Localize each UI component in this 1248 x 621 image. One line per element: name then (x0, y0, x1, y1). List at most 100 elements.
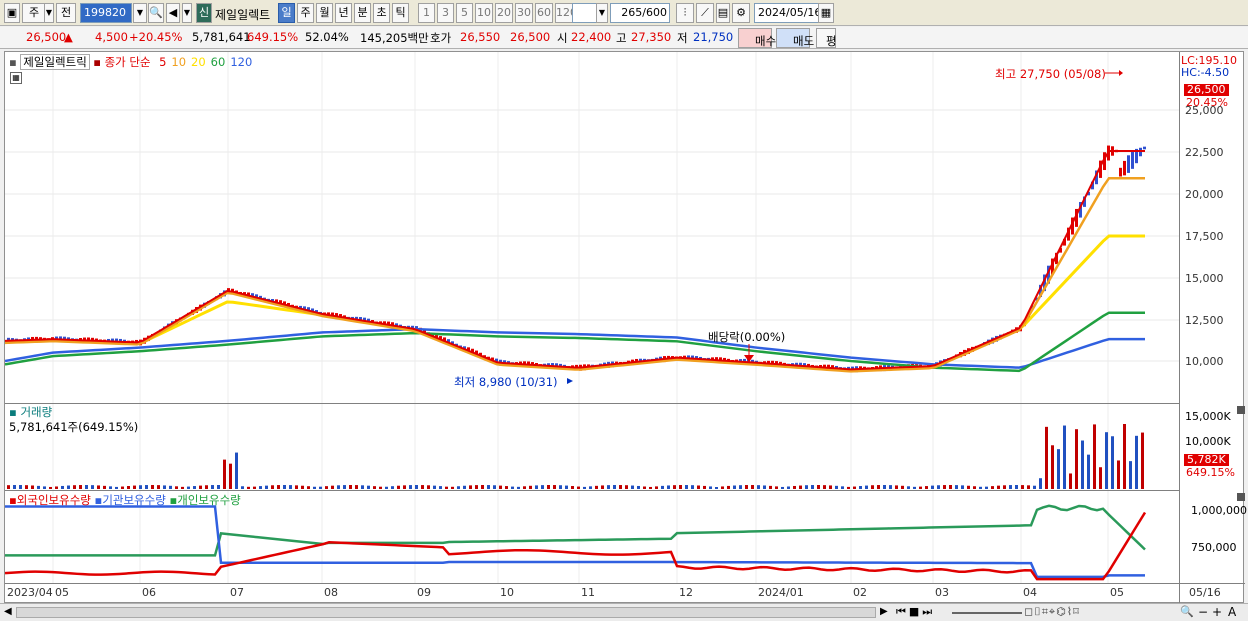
chart-area[interactable]: ▪ 제일일렉트릭 ▪ 종가 단순 5 10 20 60 120 ▦ 최고 27,750 … (4, 51, 1247, 604)
legend-foreign: 외국인보유수량 (16, 493, 91, 507)
volume-bar (1111, 436, 1114, 489)
volume-bar (1063, 425, 1066, 489)
tool-icons[interactable]: ◻⌷⌗⌖⌬⌇⌑ (1024, 605, 1080, 619)
zoom-slider[interactable] (952, 612, 1022, 614)
interval-button[interactable]: 5 (456, 3, 473, 23)
legend-indiv: 개인보유수량 (177, 493, 241, 507)
dividend-annotation: 배당락(0.00%) (708, 330, 786, 344)
buy-label: 매수 (755, 34, 777, 48)
volume-bar (1117, 460, 1120, 489)
plus-icon[interactable]: + (1212, 605, 1222, 619)
legend-ma-item: 120 (230, 55, 253, 69)
toolbar: ▣ 주 ▼ 전 199820 ▼ 🔍 ◀ ▼ 신 제일일렉트 일주월년분초틱 1… (0, 0, 1248, 26)
sell-button[interactable]: 매도 (776, 28, 814, 48)
chevron-down-icon[interactable]: ▼ (596, 3, 608, 23)
volume-bar (607, 485, 610, 489)
x-tick: 08 (324, 586, 338, 599)
chevron-down-icon[interactable]: ▼ (182, 3, 192, 23)
prev-button[interactable]: 전 (56, 3, 76, 23)
volume-bar (439, 486, 442, 489)
volume-bar (13, 485, 16, 489)
code-input[interactable]: 199820 (80, 3, 132, 23)
volume-bar (175, 486, 178, 489)
close-icon[interactable] (1237, 493, 1245, 501)
scroll-track[interactable] (16, 607, 876, 618)
volume-bar (529, 485, 532, 489)
interval-button[interactable]: 3 (437, 3, 454, 23)
volume-bar (1015, 485, 1018, 489)
volume-bar (949, 485, 952, 489)
volume-bar (805, 485, 808, 489)
new-badge-label: 신 (198, 6, 210, 19)
x-tick: 05 (55, 586, 69, 599)
scroll-left-icon[interactable]: ◀ (4, 606, 12, 617)
legend-ma-item: 10 (171, 55, 187, 69)
volume-axis-mid: 10,000K (1185, 435, 1231, 448)
volume-bar (499, 485, 502, 489)
close-icon[interactable] (1237, 406, 1245, 414)
ratio: 52.04% (305, 30, 349, 44)
volume-bar (349, 485, 352, 489)
candle-icon[interactable]: ⫶ (676, 3, 694, 23)
volume-bar (907, 486, 910, 489)
calendar-icon[interactable]: ▦ (818, 3, 834, 23)
volume-bar (661, 485, 664, 489)
volume-bar (19, 485, 22, 489)
volume-bar (943, 485, 946, 489)
volume-bar (613, 485, 616, 489)
period-button[interactable]: 년 (335, 3, 352, 23)
x-tick: 04 (1023, 586, 1037, 599)
volume-bar (877, 485, 880, 489)
individual-holdings-line (5, 504, 1146, 557)
price-box: 26,500 (1184, 84, 1229, 96)
scrollbar[interactable]: ◀ ▶ ⏮■⏭ ◻⌷⌗⌖⌬⌇⌑ 🔍 − + A (0, 603, 1248, 621)
chevron-down-icon[interactable]: ▼ (44, 3, 54, 23)
avg-button[interactable]: 평 (816, 28, 837, 48)
period-button[interactable]: 틱 (392, 3, 409, 23)
volume-bar (1045, 426, 1048, 489)
count-input[interactable]: 265/600 (610, 3, 670, 23)
period-button[interactable]: 분 (354, 3, 371, 23)
code-dropdown-icon[interactable]: ▼ (133, 3, 147, 23)
interval-button[interactable]: 20 (495, 3, 513, 23)
scroll-right-icon[interactable]: ▶ (880, 606, 888, 617)
volume-bar (115, 486, 118, 489)
text-size-icon[interactable]: A (1228, 605, 1236, 619)
volume-bar (25, 485, 28, 489)
period-button[interactable]: 주 (297, 3, 314, 23)
interval-button[interactable]: 60 (535, 3, 553, 23)
period-button[interactable]: 초 (373, 3, 390, 23)
save-icon[interactable]: ▤ (716, 3, 730, 23)
volume-bar (37, 485, 40, 489)
volume-bar (685, 485, 688, 489)
volume-bar (337, 485, 340, 489)
playback-controls[interactable]: ⏮■⏭ (896, 605, 935, 619)
volume-bar (739, 485, 742, 489)
volume-bar (1135, 435, 1138, 489)
legend-icon: ▪ (9, 55, 17, 69)
interval-button[interactable]: 10 (475, 3, 493, 23)
period-button[interactable]: 일 (278, 3, 295, 23)
minus-icon[interactable]: − (1198, 605, 1208, 619)
volume-bar (895, 485, 898, 489)
search-icon[interactable]: 🔍 (148, 3, 164, 23)
gear-icon[interactable]: ⚙ (732, 3, 750, 23)
interval-button[interactable]: 1 (418, 3, 435, 23)
speaker-icon[interactable]: ◀ (166, 3, 180, 23)
ma-10-line (5, 176, 1145, 373)
layout-icon[interactable]: ▣ (4, 3, 20, 23)
trend-icon[interactable]: ⟋ (696, 3, 714, 23)
interval-button[interactable]: 30 (515, 3, 533, 23)
zoom-icon[interactable]: 🔍 (1180, 605, 1194, 618)
volume-bar (1105, 432, 1108, 489)
high-annotation: 최고 27,750 (05/08) (995, 67, 1106, 81)
period-button[interactable]: 월 (316, 3, 333, 23)
volume-bar (631, 485, 634, 489)
mode-select[interactable]: 주 (22, 3, 46, 23)
price-tick: 25,000 (1185, 104, 1224, 117)
volume-bar (1039, 478, 1042, 489)
stock-name: 제일일렉트 (215, 8, 271, 22)
grid-icon[interactable]: ▦ (10, 72, 22, 84)
buy-button[interactable]: 매수 (738, 28, 776, 48)
volume-bar (415, 485, 418, 489)
